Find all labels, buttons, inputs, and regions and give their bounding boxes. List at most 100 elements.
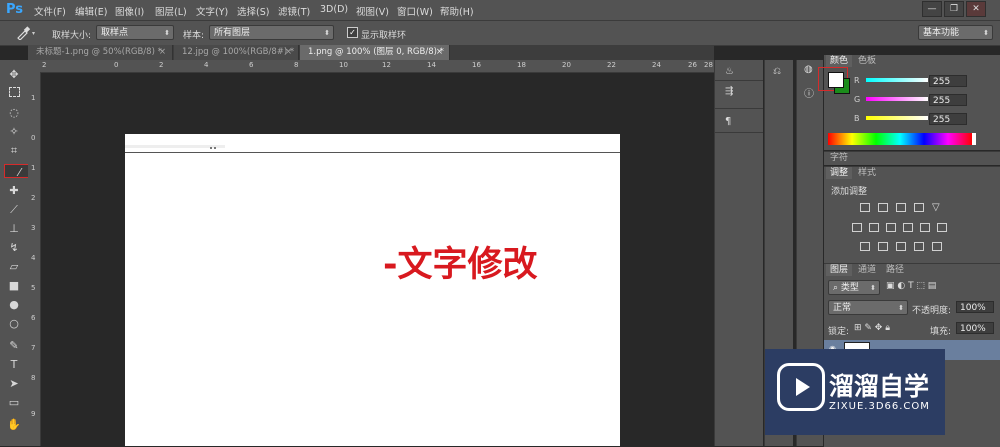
tab-paths[interactable]: 路径 (882, 264, 908, 276)
fill-label: 填充: (930, 327, 952, 337)
layer-filter-dropdown[interactable]: ⌕ 类型 ⬍ (828, 280, 880, 295)
channel-r-slider[interactable] (866, 78, 928, 82)
gradient-map-icon[interactable] (932, 242, 942, 251)
menu-layer[interactable]: 图层(L) (155, 4, 187, 18)
photo-filter-icon[interactable] (903, 223, 913, 232)
type-tool-icon[interactable]: T (6, 357, 22, 372)
channel-g-value[interactable]: 255 (929, 94, 967, 106)
history-icon[interactable]: ⎌ (773, 66, 781, 77)
clone-stamp-tool-icon[interactable]: ⊥ (6, 221, 22, 236)
menu-file[interactable]: 文件(F) (34, 4, 66, 18)
filter-pixel-icon[interactable]: ▣ ◐ T ⬚ ▤ (886, 281, 936, 291)
sample-size-dropdown[interactable]: 取样点 ⬍ (96, 25, 174, 40)
ruler-tick-label: 10 (339, 61, 348, 69)
pen-tool-icon[interactable]: ✎ (6, 338, 22, 353)
show-ring-checkbox[interactable]: ✓ (347, 27, 358, 38)
info-icon[interactable]: ⓘ (804, 85, 814, 100)
close-button[interactable]: ✕ (966, 1, 986, 17)
menu-select[interactable]: 选择(S) (237, 4, 269, 18)
tab-1-png[interactable]: 1.png @ 100% (图层 0, RGB/8) * × (300, 45, 450, 60)
menu-3d[interactable]: 3D(D) (320, 4, 348, 15)
black-white-icon[interactable] (886, 223, 896, 232)
tab-channels[interactable]: 通道 (854, 264, 880, 276)
workspace-dropdown[interactable]: 基本功能 ⬍ (918, 25, 993, 40)
brush-tool-icon[interactable]: ⟋ (6, 202, 22, 217)
tab-adjustments[interactable]: 调整 (826, 167, 853, 179)
hue-saturation-icon[interactable] (852, 223, 862, 232)
ruler-tick-label: 8 (31, 374, 36, 382)
menu-edit[interactable]: 编辑(E) (75, 4, 107, 18)
play-logo-icon (777, 363, 825, 411)
tab-untitled-1[interactable]: 未标题-1.png @ 50%(RGB/8) * × (28, 45, 173, 60)
swatches-icon[interactable]: ◍ (804, 64, 813, 75)
channel-g-slider[interactable] (866, 97, 928, 101)
color-spectrum-bar[interactable] (828, 133, 972, 145)
spectrum-white[interactable] (972, 133, 976, 145)
eyedropper-icon[interactable] (16, 26, 30, 40)
close-icon[interactable]: × (436, 45, 443, 60)
invert-icon[interactable] (860, 242, 870, 251)
path-selection-tool-icon[interactable]: ➤ (6, 376, 22, 391)
crop-tool-icon[interactable]: ⌗ (6, 143, 22, 158)
channel-b-value[interactable]: 255 (929, 113, 967, 125)
blur-tool-icon[interactable]: ● (6, 297, 22, 312)
lasso-tool-icon[interactable]: ◌ (6, 105, 22, 120)
tab-12-jpg[interactable]: 12.jpg @ 100%(RGB/8#) * × (174, 45, 299, 60)
healing-brush-tool-icon[interactable]: ✚ (6, 183, 22, 198)
color-lookup-icon[interactable] (937, 223, 947, 232)
posterize-icon[interactable] (878, 242, 888, 251)
search-icon: ⌕ (833, 283, 839, 293)
threshold-icon[interactable] (896, 242, 906, 251)
color-balance-icon[interactable] (869, 223, 879, 232)
tab-layers[interactable]: 图层 (826, 264, 853, 276)
dodge-tool-icon[interactable]: ○ (6, 316, 22, 331)
selective-color-icon[interactable] (914, 242, 924, 251)
hand-tool-icon[interactable]: ✋ (6, 417, 22, 432)
magic-wand-tool-icon[interactable]: ✧ (6, 124, 22, 139)
channel-r-label: R (854, 76, 860, 85)
move-tool-icon[interactable]: ✥ (6, 67, 22, 82)
sample-dropdown[interactable]: 所有图层 ⬍ (209, 25, 334, 40)
close-icon[interactable]: × (285, 45, 292, 60)
menu-window[interactable]: 窗口(W) (397, 4, 433, 18)
marquee-tool-icon[interactable] (6, 86, 22, 101)
close-icon[interactable]: × (159, 45, 166, 60)
minimize-button[interactable]: — (922, 1, 942, 17)
levels-icon[interactable] (878, 203, 888, 212)
menu-view[interactable]: 视图(V) (356, 4, 389, 18)
chevron-down-icon: ⬍ (324, 29, 330, 37)
menu-help[interactable]: 帮助(H) (440, 4, 474, 18)
opacity-value[interactable]: 100% (956, 301, 994, 313)
brightness-icon[interactable] (860, 203, 870, 212)
brush-settings-icon[interactable]: ⇶ (725, 86, 733, 97)
tab-character[interactable]: 字符 (826, 152, 852, 164)
tab-color[interactable]: 颜色 (826, 55, 853, 67)
menu-image[interactable]: 图像(I) (115, 4, 144, 18)
curves-icon[interactable] (896, 203, 906, 212)
paragraph-icon[interactable]: ¶ (725, 116, 731, 127)
rectangle-tool-icon[interactable]: ▭ (6, 395, 22, 410)
chevron-down-icon: ⬍ (983, 29, 989, 37)
foreground-color-swatch[interactable] (828, 72, 844, 88)
blend-mode-dropdown[interactable]: 正常 ⬍ (828, 300, 908, 315)
channel-r-value[interactable]: 255 (929, 75, 967, 87)
menu-filter[interactable]: 滤镜(T) (278, 4, 310, 18)
lock-options-icon[interactable]: ⊞ ✎ ✥ 🔒︎ (854, 323, 890, 333)
tool-presets-icon[interactable]: ♨ (725, 66, 734, 77)
restore-button[interactable]: ❐ (944, 1, 964, 17)
menu-type[interactable]: 文字(Y) (196, 4, 228, 18)
photoshop-logo: Ps (6, 2, 24, 17)
channel-b-slider[interactable] (866, 116, 928, 120)
gradient-tool-icon[interactable]: ■ (6, 278, 22, 293)
fill-value[interactable]: 100% (956, 322, 994, 334)
eraser-tool-icon[interactable]: ▱ (6, 259, 22, 274)
history-brush-tool-icon[interactable]: ↯ (6, 240, 22, 255)
vibrance-icon[interactable]: ▽ (932, 203, 942, 213)
ruler-tick-label: 12 (382, 61, 391, 69)
tool-preset-arrow-icon[interactable]: ▾ (32, 30, 35, 37)
channel-mixer-icon[interactable] (920, 223, 930, 232)
tab-styles[interactable]: 样式 (854, 167, 880, 179)
document-canvas[interactable]: -文字修改 (125, 134, 620, 446)
exposure-icon[interactable] (914, 203, 924, 212)
tab-swatches[interactable]: 色板 (854, 55, 880, 67)
